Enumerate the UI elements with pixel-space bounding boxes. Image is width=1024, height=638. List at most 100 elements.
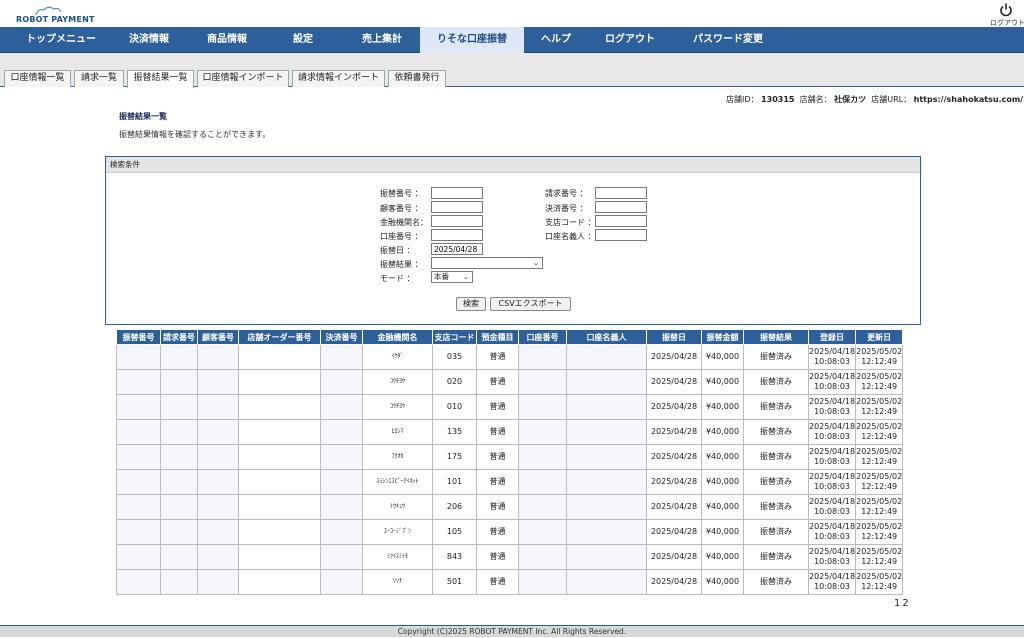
account-no-input[interactable] [431,229,483,241]
transfer-date-input[interactable] [431,243,483,255]
nav-product-info[interactable]: 商品情報 [207,27,247,53]
transfer-result-select[interactable]: ⌄ [431,257,543,269]
cell-transfer-date: 2025/04/28 [646,519,702,545]
table-row[interactable]: ﾐﾂｲｽﾐﾄﾓ 843 普通 2025/04/28 ¥40,000 振替済み 2025/04… [116,544,904,570]
cell-updated-date-time: 12:12:49 [861,382,898,391]
cell-registered-date-time: 10:08:03 [814,532,851,541]
cell-updated-date-time: 12:12:49 [861,582,898,591]
cell-updated-date: 2025/05/02 12:12:49 [855,569,904,595]
cell-bank-name: ﾐﾂｲｽﾐﾄﾓ [362,544,433,570]
tab-account-import[interactable]: 口座情報インポート [197,70,289,87]
nav-settings[interactable]: 設定 [293,27,313,53]
payment-no-input[interactable] [595,201,647,213]
logout-top-button[interactable]: ログアウト [990,2,1024,27]
tab-request-form[interactable]: 依頼書発行 [388,70,446,87]
store-url-value: https://shahokatsu.com/ [913,95,1024,104]
nav-payment-info[interactable]: 決済情報 [129,27,169,53]
cell-registered-date-time: 10:08:03 [814,357,851,366]
cell-store-order-no [238,394,321,420]
branch-code-label: 支店コード ： [545,218,596,227]
robot-payment-logo[interactable]: ROBOT PAYMENT [16,6,94,26]
chevron-down-icon: ⌄ [463,273,469,281]
nav-help[interactable]: ヘルプ [541,27,571,53]
page-1[interactable]: 1 [894,598,900,609]
bank-name-input[interactable] [431,215,483,227]
col-payment-no: 決済番号 [320,329,363,345]
cell-bank-name: ﾌｸｵｶ [362,444,433,470]
cell-customer-no [197,419,239,445]
table-row[interactable]: ﾘｿﾅ 501 普通 2025/04/28 ¥40,000 振替済み 2025/04/18 1… [116,569,904,595]
transfer-result-label: 振替結果 ： [380,260,423,269]
tab-account-list[interactable]: 口座情報一覧 [4,70,71,87]
cell-transfer-amount: ¥40,000 [701,344,744,370]
cell-registered-date: 2025/04/18 10:08:03 [807,344,857,370]
cell-updated-date: 2025/05/02 12:12:49 [855,394,904,420]
table-row[interactable]: ｺｳﾁﾖｳ 020 普通 2025/04/28 ¥40,000 振替済み 2025/04/1… [116,369,904,395]
tab-transfer-results[interactable]: 振替結果一覧 [127,70,194,88]
cell-transfer-amount: ¥40,000 [701,394,744,420]
cell-customer-no [197,494,239,520]
csv-export-button[interactable]: CSVエクスポート [490,297,571,311]
col-registered-date: 登録日 [807,329,857,345]
nav-password-change[interactable]: パスワード変更 [693,27,763,53]
cell-updated-date-time: 12:12:49 [861,407,898,416]
cell-payment-no [320,494,363,520]
col-transfer-amount: 振替金額 [701,329,744,345]
table-row[interactable]: ﾌｸｵｶ 175 普通 2025/04/28 ¥40,000 振替済み 2025/04/18… [116,444,904,470]
cell-updated-date-time: 12:12:49 [861,507,898,516]
table-row[interactable]: ｺｳﾁﾖｳ 010 普通 2025/04/28 ¥40,000 振替済み 2025/04/1… [116,394,904,420]
cell-deposit-type: 普通 [476,544,519,570]
mode-label: モード ： [380,274,415,283]
cell-updated-date-day: 2025/05/02 [856,472,903,481]
customer-no-input[interactable] [431,201,483,213]
cell-account-no [518,569,567,595]
cell-registered-date-day: 2025/04/18 [809,397,856,406]
cell-updated-date-time: 12:12:49 [861,532,898,541]
cell-bank-name: ﾋﾛｼﾏ [362,419,433,445]
cell-store-order-no [238,444,321,470]
nav-top-menu[interactable]: トップメニュー [26,27,96,53]
cell-updated-date: 2025/05/02 12:12:49 [855,419,904,445]
transfer-no-label: 振替番号 ： [380,189,423,198]
cell-updated-date: 2025/05/02 12:12:49 [855,544,904,570]
page-2[interactable]: 2 [902,598,908,609]
cell-store-order-no [238,544,321,570]
nav-logout[interactable]: ログアウト [605,27,655,53]
main-nav: トップメニュー 決済情報 商品情報 設定 売上集計 りそな口座振替 ヘルプ ログ… [0,27,1024,53]
cell-registered-date: 2025/04/18 10:08:03 [807,569,857,595]
branch-code-input[interactable] [595,215,647,227]
power-icon [1000,3,1012,17]
account-holder-input[interactable] [595,229,647,241]
table-row[interactable]: ﾋﾛｼﾏ 135 普通 2025/04/28 ¥40,000 振替済み 2025/04/18… [116,419,904,445]
cell-transfer-date: 2025/04/28 [646,394,702,420]
mode-select[interactable]: 本番 ⌄ [431,271,473,283]
cell-store-order-no [238,419,321,445]
cell-billing-no [160,569,198,595]
cell-transfer-no [116,469,161,495]
cell-billing-no [160,519,198,545]
nav-sales-summary[interactable]: 売上集計 [362,27,402,53]
page-title: 振替結果一覧 [119,112,167,121]
cell-updated-date-day: 2025/05/02 [856,397,903,406]
cell-deposit-type: 普通 [476,494,519,520]
table-row[interactable]: ｽﾐｼﾝｴｽﾋﾟｰｱｲﾈｯﾄ 101 普通 2025/04/28 ¥40,000 振替済み… [116,469,904,495]
transfer-no-input[interactable] [431,187,483,199]
cell-account-holder [566,544,647,570]
table-row[interactable]: ｴｰｺｰｼﾞﾌﾟﾝ 105 普通 2025/04/28 ¥40,000 振替済み 2025/… [116,519,904,545]
search-button[interactable]: 検索 [456,297,486,311]
billing-no-input[interactable] [595,187,647,199]
tab-billing-import[interactable]: 請求情報インポート [292,70,385,87]
cell-registered-date-day: 2025/04/18 [809,422,856,431]
col-store-order-no: 店舗オーダー番号 [238,329,321,345]
cell-deposit-type: 普通 [476,369,519,395]
col-account-no: 口座番号 [518,329,567,345]
store-id-label: 店舗ID： [726,95,759,104]
cell-branch-code: 501 [432,569,477,595]
table-row[interactable]: ﾄｳｷｮｳ 206 普通 2025/04/28 ¥40,000 振替済み 2025/04/1… [116,494,904,520]
cell-transfer-result: 振替済み [743,469,809,495]
nav-resona-transfer[interactable]: りそな口座振替 [420,27,524,53]
cell-registered-date: 2025/04/18 10:08:03 [807,519,857,545]
table-row[interactable]: ｲｹﾀﾞ 035 普通 2025/04/28 ¥40,000 振替済み 2025/04/18… [116,344,904,370]
tab-billing-list[interactable]: 請求一覧 [74,70,124,87]
cell-account-holder [566,394,647,420]
